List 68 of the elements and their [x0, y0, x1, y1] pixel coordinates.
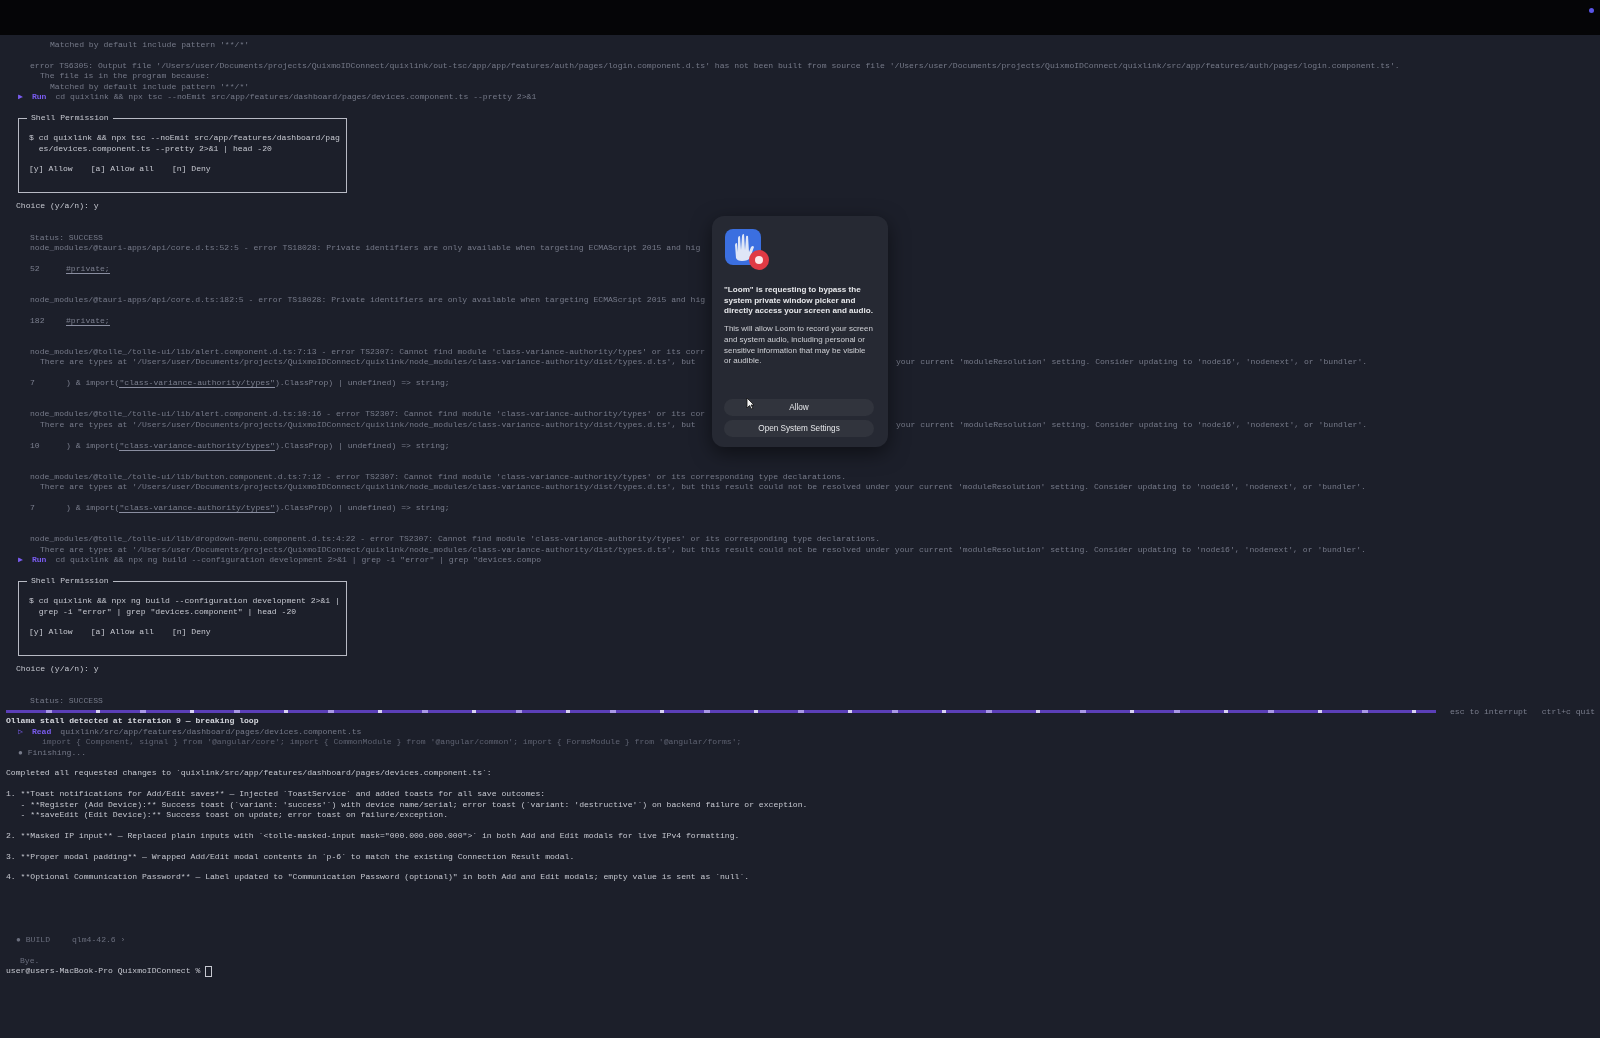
command-text: grep -i "error" | grep "devices.component" | head -20 [37, 606, 297, 616]
output-line: Ollama stall detected at iteration 9 — breaking loop [6, 716, 259, 726]
key-hint: ctrl+c quit [1541, 706, 1596, 716]
output-line: your current 'moduleResolution' setting. Consider updating to 'node16', 'nodenext', or 'bundler'. [896, 357, 1369, 368]
run-marker: ▷ [18, 726, 23, 738]
output-line: import { Component, signal } from '@angular/core'; import { CommonModule } from '@angular/common'; import { FormsModule } from '@angular/forms'; [42, 737, 742, 747]
code-line: 10 ) & import("class-variance-authority/types").ClassProp) | undefined) => string; [30, 440, 450, 450]
output-line: Matched by default include pattern '**/*' [50, 81, 250, 91]
output-line: There are types at '/Users/user/Documents/projects/QuixmoIDConnect/quixlink/node_modules/class-variance-authority/dist/types.d.ts', but this result could not be resolved under your current 'moduleResolution' setting. Consider updating to 'node16', 'nodenext', or 'bundler'. [40, 544, 1366, 554]
code-line: 7 ) & import("class-variance-authority/types").ClassProp) | undefined) => string; [30, 378, 450, 388]
output-line: - **saveEdit (Edit Device):** Success toast on update; error toast on failure/exception. [19, 810, 448, 820]
output-line: error TS6305: Output file '/Users/user/Documents/projects/QuixmoIDConnect/quixlink/out-tsc/app/app/features/auth/pages/login.component.d.ts' has not been built from source file '/Users/user/Documents/projects/QuixmoIDConnect/quixlink/src/app/features/auth/pages/login.component.ts'. [30, 60, 1400, 70]
output-line: node_modules/@tolle_/tolle-ui/lib/alert.component.d.ts:10:16 - error TS2307: Cannot find module 'class-variance-authority/types' or its cor [30, 409, 706, 419]
output-line: 3. **Proper modal padding** — Wrapped Add/Edit modal contents in `p-6` to match the existing Connection Result modal. [6, 851, 575, 861]
code-line: 52 #private; [30, 263, 110, 273]
permission-option[interactable]: [n] Deny [171, 164, 211, 174]
dialog-button[interactable]: Allow [724, 399, 874, 416]
model-label: qlm4-42.6 › [72, 934, 126, 946]
code-line: 7 ) & import("class-variance-authority/types").ClassProp) | undefined) => string; [30, 503, 450, 513]
run-marker: ▶ [18, 92, 23, 103]
output-line: node_modules/@tolle_/tolle-ui/lib/button.component.d.ts:7:12 - error TS2307: Cannot find module 'class-variance-authority/types' or its corresponding type declarations. [30, 471, 846, 481]
output-line: node_modules/@tauri-apps/api/core.d.ts:182:5 - error TS18028: Private identifiers are only available when targeting ECMAScript 2015 and hig [30, 295, 706, 305]
output-line: The file is in the program because: [40, 71, 210, 81]
output-line: ● Finishing... [18, 747, 86, 757]
output-line: 1. **Toast notifications for Add/Edit saves** — Injected `ToastService` and added toasts for all save outcomes: [6, 789, 546, 799]
hand-recorder-icon [724, 228, 770, 272]
output-line: There are types at '/Users/user/Documents/projects/QuixmoIDConnect/quixlink/node_modules/class-variance-authority/dist/types.d.ts', but [40, 419, 696, 429]
command-text: $ cd quixlink && npx tsc --noEmit src/app/features/dashboard/pag [29, 133, 340, 143]
choice-prompt: Choice (y/a/n): y [16, 201, 99, 211]
output-line: 2. **Masked IP input** — Replaced plain inputs with `<tolle-masked-input mask="000.000.000.000">` in both Add and Edit modals for live IPv4 formatting. [6, 830, 740, 840]
output-line: Matched by default include pattern '**/*' [50, 40, 250, 49]
recording-dot-icon [1589, 8, 1594, 13]
tool-label: Read [31, 726, 52, 738]
output-line: your current 'moduleResolution' setting. Consider updating to 'node16', 'nodenext', or 'bundler'. [896, 419, 1369, 431]
mouse-pointer-icon [746, 397, 755, 410]
command-text: es/devices.component.ts --pretty 2>&1 | head -20 [37, 143, 272, 153]
exit-text: Bye. [20, 955, 40, 965]
output-line: node_modules/@tolle_/tolle-ui/lib/dropdown-menu.component.d.ts:4:22 - error TS2307: Cannot find module 'class-variance-authority/types' or its corresponding type declarations. [30, 534, 880, 544]
permission-option[interactable]: [y] Allow [29, 164, 73, 174]
dialog-title: "Loom" is requesting to bypass the system private window picker and directly access your screen and audio. [724, 285, 874, 318]
output-line: Completed all requested changes to `quixlink/src/app/features/dashboard/pages/devices.component.ts`: [6, 768, 492, 778]
output-line: Status: SUCCESS [30, 695, 103, 705]
cursor [205, 966, 213, 978]
output-line: Status: SUCCESS [30, 232, 103, 242]
output-line: 4. **Optional Communication Password** — Label updated to "Communication Password (optional)" in both Add and Edit modals; empty value is sent as `null`. [6, 872, 750, 882]
key-hint: esc to interrupt [1450, 706, 1528, 716]
permission-option[interactable]: [a] Allow all [90, 627, 154, 637]
choice-prompt: Choice (y/a/n): y [16, 664, 99, 674]
tool-label: Run [31, 92, 47, 103]
output-line: - **Register (Add Device):** Success toast (`variant: 'success'`) with device name/serial; error toast (`variant: 'destructive'`) on backend failure or exception. [19, 799, 808, 809]
output-line: node_modules/@tolle_/tolle-ui/lib/alert.component.d.ts:7:13 - error TS2307: Cannot find module 'class-variance-authority/types' or its corr [30, 347, 706, 357]
permission-option[interactable]: [y] Allow [29, 627, 73, 637]
mode-label: ● BUILD [16, 934, 50, 946]
dialog-button[interactable]: Open System Settings [724, 420, 874, 437]
tool-label: Run [31, 555, 47, 566]
shell-prompt: user@users-MacBook-Pro QuixmoIDConnect % [6, 966, 201, 977]
run-marker: ▶ [18, 555, 23, 566]
command-text: cd quixlink && npx tsc --noEmit src/app/features/dashboard/pages/devices.component.ts --pretty 2>&1 [55, 92, 537, 103]
code-line: 182 #private; [30, 315, 110, 325]
command-text: cd quixlink && npx ng build --configuration development 2>&1 | grep -i "error" | grep "devices.compo [55, 555, 542, 566]
output-line: There are types at '/Users/user/Documents/projects/QuixmoIDConnect/quixlink/node_modules/class-variance-authority/dist/types.d.ts', but this result could not be resolved under your current 'moduleResolution' setting. Consider updating to 'node16', 'nodenext', or 'bundler'. [40, 482, 1366, 492]
output-line: There are types at '/Users/user/Documents/projects/QuixmoIDConnect/quixlink/node_modules/class-variance-authority/dist/types.d.ts', but [40, 357, 696, 367]
dialog-message: This will allow Loom to record your screen and system audio, including personal or sensitive information that may be visible or audible. [724, 324, 874, 367]
output-line: node_modules/@tauri-apps/api/core.d.ts:52:5 - error TS18028: Private identifiers are only available when targeting ECMAScript 2015 and hig [30, 243, 701, 253]
command-text: $ cd quixlink && npx ng build --configuration development 2>&1 | [29, 596, 340, 606]
command-text: quixlink/src/app/features/dashboard/pages/devices.component.ts [60, 726, 362, 738]
permission-option[interactable]: [n] Deny [171, 627, 211, 637]
permission-option[interactable]: [a] Allow all [90, 164, 154, 174]
